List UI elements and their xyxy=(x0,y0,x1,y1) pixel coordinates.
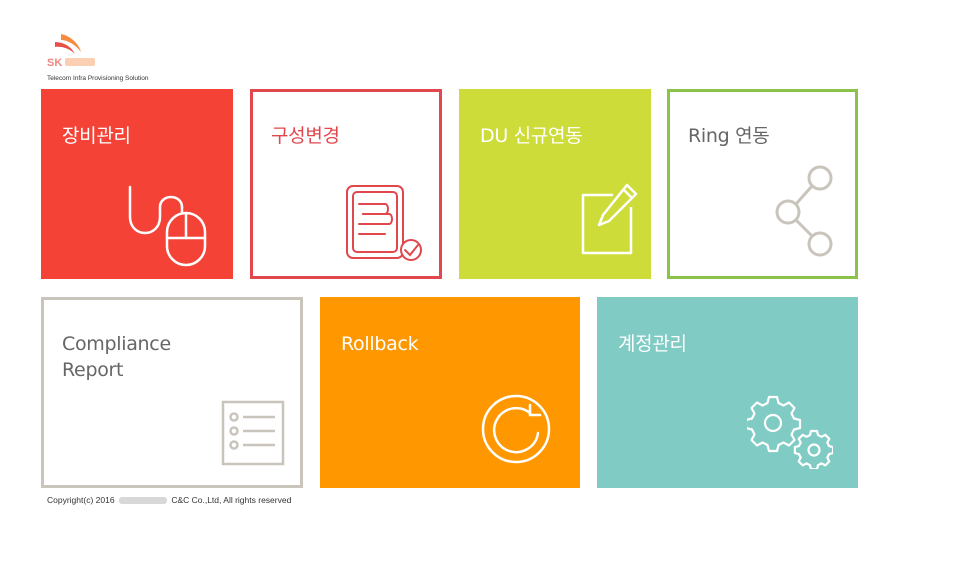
tile-du-registration[interactable]: DU 신규연동 xyxy=(459,89,651,279)
edit-note-icon xyxy=(581,183,638,255)
main-menu-page: SK Telecom Infra Provisioning Solution 장… xyxy=(0,0,953,561)
copyright-prefix: Copyright(c) 2016 xyxy=(47,495,115,505)
copyright-suffix: C&C Co.,Ltd, All rights reserved xyxy=(171,495,292,505)
tile-label: DU 신규연동 xyxy=(480,125,583,147)
checklist-icon xyxy=(221,400,285,466)
tile-account-management[interactable]: 계정관리 xyxy=(597,297,858,488)
tile-label: Compliance Report xyxy=(62,333,171,381)
copyright-footer: Copyright(c) 2016 C&C Co.,Ltd, All right… xyxy=(47,495,291,505)
tile-rollback[interactable]: Rollback xyxy=(320,297,580,488)
tile-label: 장비관리 xyxy=(62,125,131,147)
logo-text: SK xyxy=(47,57,62,69)
tile-compliance-report[interactable]: Compliance Report xyxy=(41,297,303,488)
company-logo: SK Telecom Infra Provisioning Solution xyxy=(45,32,185,84)
refresh-icon xyxy=(481,394,551,464)
mouse-icon xyxy=(128,185,207,267)
tile-ring-link[interactable]: Ring 연동 xyxy=(667,89,858,279)
tile-label: 계정관리 xyxy=(618,333,687,355)
tile-configuration-change[interactable]: 구성변경 xyxy=(250,89,442,279)
tile-label: 구성변경 xyxy=(271,125,340,147)
gears-icon xyxy=(747,395,833,469)
tile-label: Rollback xyxy=(341,333,419,355)
share-nodes-icon xyxy=(775,165,833,257)
tile-label: Ring 연동 xyxy=(688,125,770,147)
logo-subtitle: Telecom Infra Provisioning Solution xyxy=(47,75,149,82)
document-check-icon xyxy=(346,185,422,261)
redacted-company-name xyxy=(118,497,167,505)
sk-logo-icon: SK xyxy=(47,34,95,69)
tile-equipment-management[interactable]: 장비관리 xyxy=(41,89,233,279)
